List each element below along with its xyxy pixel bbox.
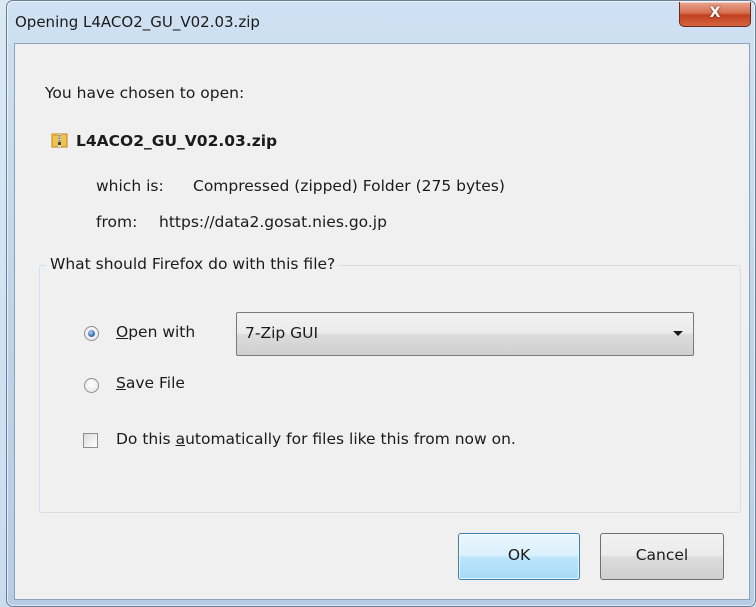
close-button[interactable]: X [679,2,751,27]
auto-rest: utomatically for files like this from no… [185,430,516,448]
open-with-rest: pen with [128,323,196,341]
save-file-label[interactable]: Save File [116,374,185,392]
from-value: https://data2.gosat.nies.go.jp [159,213,387,231]
radio-selected-dot [88,330,95,337]
auto-accel: a [175,430,186,448]
application-value: 7-Zip GUI [245,324,319,342]
title-bar[interactable]: Opening L4ACO2_GU_V02.03.zip X [7,1,755,41]
open-with-accel: O [116,323,129,341]
intro-text: You have chosen to open: [45,84,245,102]
close-icon: X [709,5,721,21]
from-label: from: [96,213,138,231]
application-select[interactable]: 7-Zip GUI [236,312,694,356]
save-file-radio[interactable] [84,378,99,393]
auto-checkbox[interactable] [83,433,98,448]
auto-label[interactable]: Do this automatically for files like thi… [116,430,516,448]
type-label: which is: [96,177,164,195]
zip-folder-icon [51,133,68,148]
open-with-radio[interactable] [84,326,99,341]
cancel-button[interactable]: Cancel [600,533,724,580]
file-name: L4ACO2_GU_V02.03.zip [76,132,278,150]
open-with-label[interactable]: Open with [116,323,195,341]
save-file-accel: S [116,374,126,392]
save-file-rest: ave File [125,374,185,392]
dialog-title: Opening L4ACO2_GU_V02.03.zip [15,13,260,31]
action-group-label: What should Firefox do with this file? [46,255,340,273]
type-value: Compressed (zipped) Folder (275 bytes) [193,177,505,195]
ok-button[interactable]: OK [458,533,580,580]
auto-prefix: Do this [116,430,176,448]
chevron-down-icon [673,331,683,336]
